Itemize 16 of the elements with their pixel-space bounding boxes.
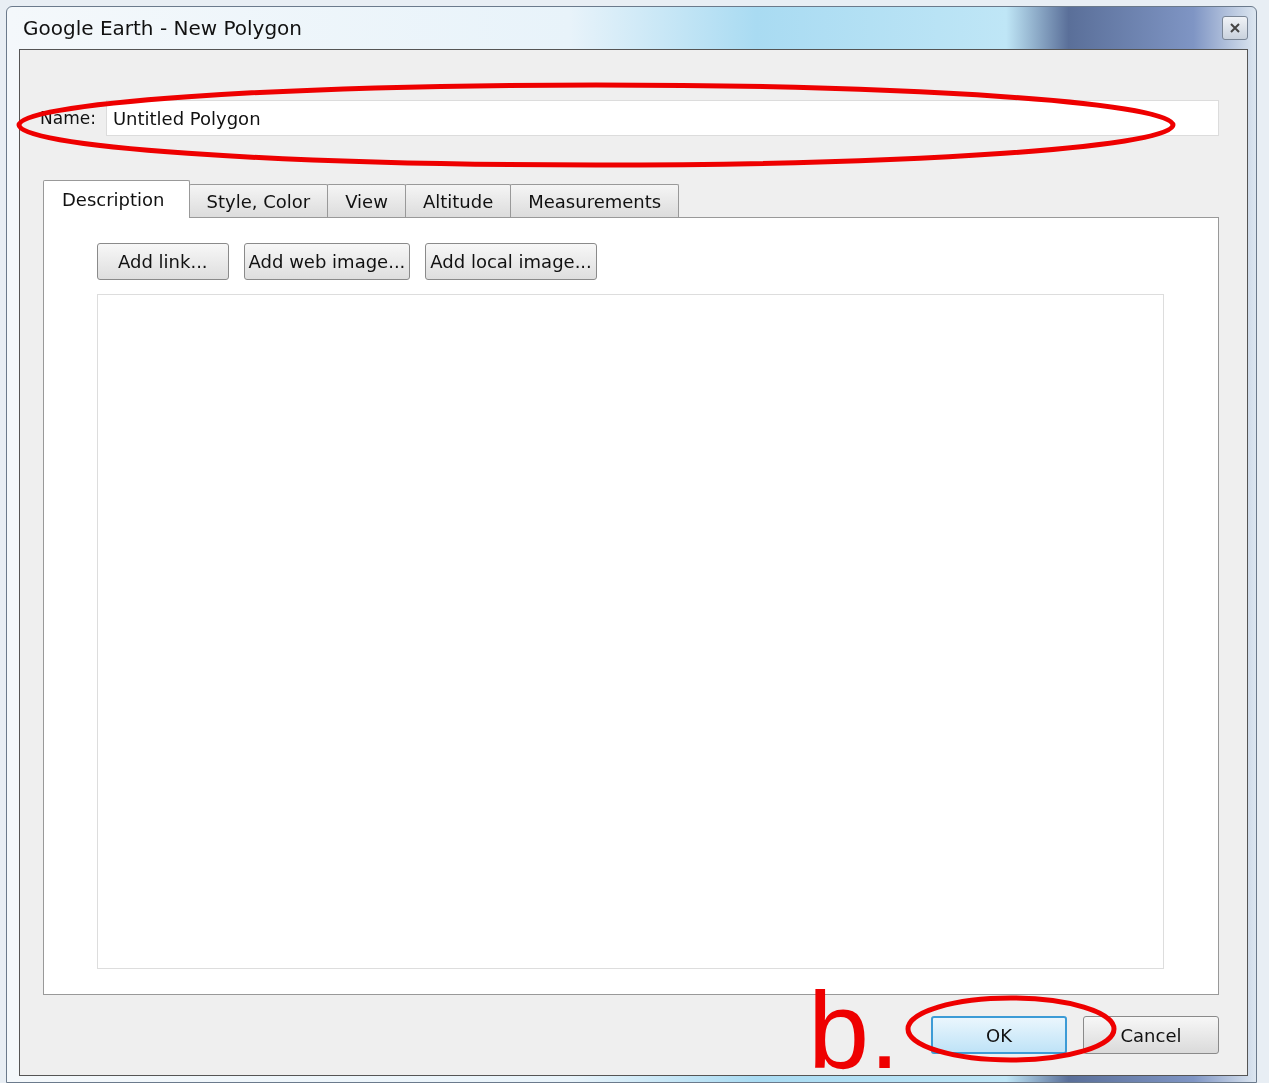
window-title: Google Earth - New Polygon: [22, 16, 302, 40]
tab[interactable]: Altitude: [404, 184, 512, 217]
description-field[interactable]: [97, 294, 1164, 969]
tab[interactable]: Measurements: [510, 184, 680, 217]
insert-button[interactable]: Add web image...: [243, 243, 411, 280]
insert-button[interactable]: Add local image...: [425, 243, 597, 280]
tab[interactable]: Description: [43, 180, 190, 218]
name-field[interactable]: Untitled Polygon: [105, 100, 1219, 136]
close-icon: [1229, 22, 1241, 34]
cancel-button[interactable]: Cancel: [1083, 1016, 1219, 1054]
annotation-label: b.: [808, 975, 900, 1083]
ok-button[interactable]: OK: [931, 1016, 1067, 1054]
insert-button[interactable]: Add link...: [97, 243, 229, 280]
close-button[interactable]: [1222, 16, 1248, 40]
tab[interactable]: View: [327, 184, 406, 217]
tab[interactable]: Style, Color: [188, 184, 329, 217]
